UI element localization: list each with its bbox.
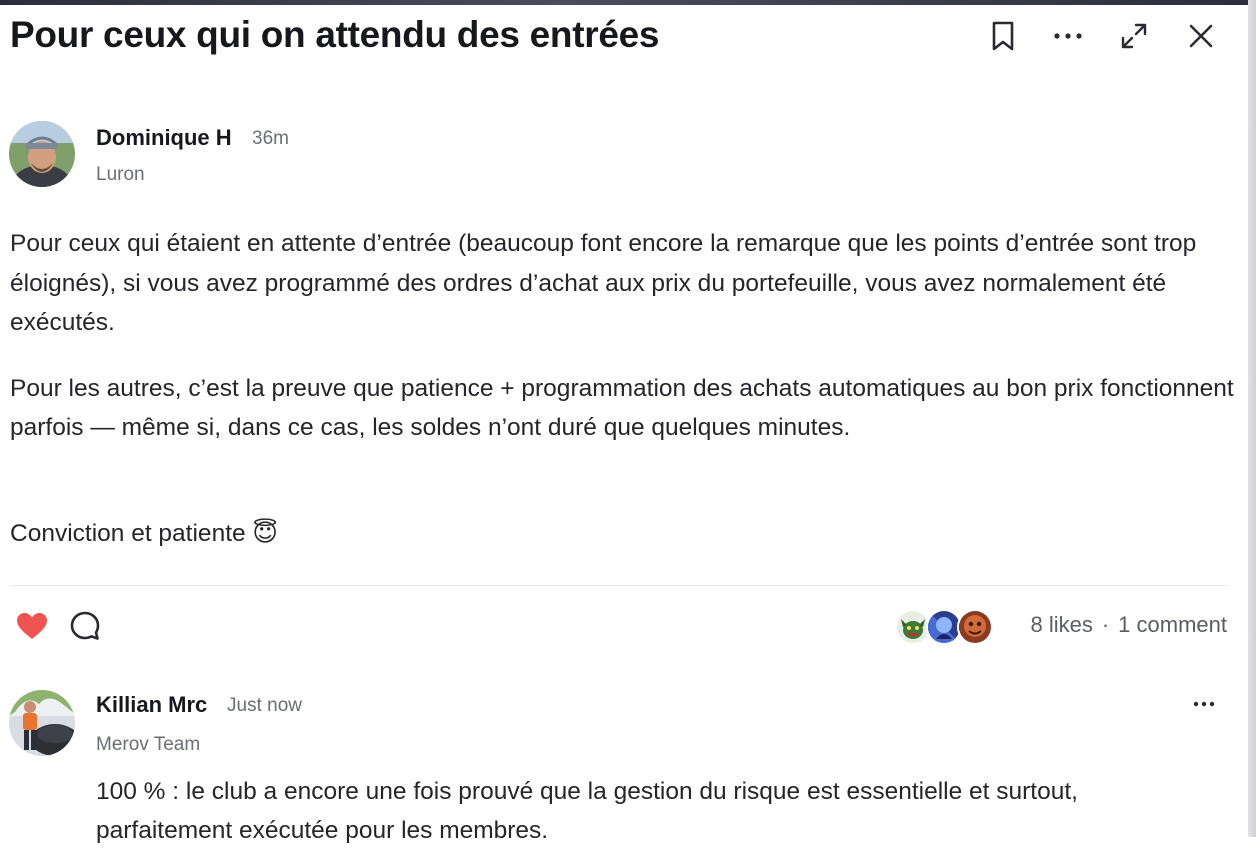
comments-count[interactable]: 1 comment xyxy=(1118,612,1227,637)
author-avatar[interactable] xyxy=(9,121,75,187)
close-icon xyxy=(1189,24,1213,48)
commenter-role: Merov Team xyxy=(96,734,201,755)
window-right-edge xyxy=(1248,0,1256,837)
commenter-name[interactable]: Killian Mrc xyxy=(96,692,207,718)
avatar-photo xyxy=(9,121,75,187)
avatar-photo xyxy=(9,690,75,756)
expand-icon xyxy=(1121,23,1147,49)
author-role: Luron xyxy=(96,164,145,185)
heart-icon xyxy=(17,613,47,639)
post-time: 36m xyxy=(252,128,289,149)
author-name[interactable]: Dominique H xyxy=(96,125,232,151)
comment-button[interactable] xyxy=(67,608,103,644)
commenter-avatar[interactable] xyxy=(9,690,75,756)
more-options-button[interactable] xyxy=(1050,18,1086,54)
more-icon xyxy=(1054,33,1082,39)
more-icon xyxy=(1193,701,1215,707)
comment-icon xyxy=(70,611,100,640)
post-stats: 8 likes · 1 comment xyxy=(1030,612,1227,638)
post-title: Pour ceux qui on attendu des entrées xyxy=(10,14,660,55)
close-button[interactable] xyxy=(1183,18,1219,54)
likers-avatars[interactable] xyxy=(895,609,995,645)
window-top-strip xyxy=(0,0,1256,5)
comment-text: 100 % : le club a encore une fois prouvé… xyxy=(96,778,1078,844)
likes-count[interactable]: 8 likes xyxy=(1030,612,1092,637)
liker-avatar xyxy=(957,609,993,645)
post-body: Pour ceux qui étaient en attente d’entré… xyxy=(10,224,1235,553)
bookmark-icon xyxy=(992,21,1014,51)
post-paragraph: Pour ceux qui étaient en attente d’entré… xyxy=(10,230,1197,336)
post-paragraph: Pour les autres, c’est la preuve que pat… xyxy=(10,374,1234,442)
like-button[interactable] xyxy=(14,608,50,644)
divider xyxy=(10,585,1228,586)
comment-time: Just now xyxy=(227,695,302,716)
comment-more-button[interactable] xyxy=(1186,686,1222,722)
bookmark-button[interactable] xyxy=(985,18,1021,54)
expand-button[interactable] xyxy=(1116,18,1152,54)
stats-separator: · xyxy=(1101,612,1110,637)
post-paragraph: Conviction et patiente 😇 xyxy=(10,519,278,547)
